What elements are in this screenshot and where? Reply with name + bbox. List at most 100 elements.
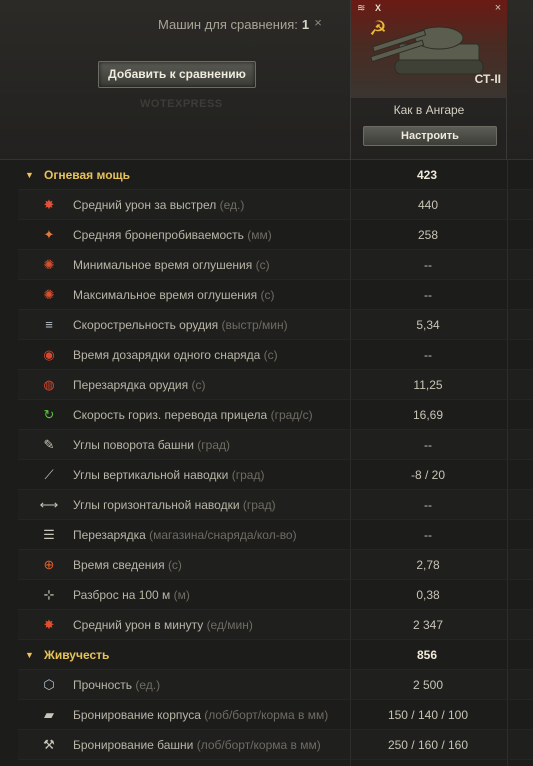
stat-value: 150 / 140 / 100 — [387, 707, 469, 722]
stat-label: Средняя бронепробиваемость (мм) — [73, 228, 272, 242]
stat-value: 2,78 — [416, 557, 440, 572]
stat-unit: (град) — [197, 437, 230, 452]
stat-value: 11,25 — [413, 377, 443, 392]
stats-table: ▼ Огневая мощь 423 ✸ Средний урон за выстрел… — [18, 160, 533, 760]
tank-tier-label: X — [375, 3, 382, 13]
tank-image: ≋ X ☭ × СТ-II — [351, 0, 507, 98]
stat-unit: (с) — [260, 287, 275, 302]
stat-label: Углы поворота башни (град) — [73, 438, 230, 452]
stat-row: ✦ Средняя бронепробиваемость (мм) 258 — [18, 220, 533, 250]
hitpoints-icon: ⬡ — [43, 676, 55, 692]
damage-icon: ✸ — [43, 196, 55, 212]
stat-value: -8 / 20 — [410, 467, 446, 482]
section-header[interactable]: ▼ Живучесть 856 — [18, 640, 533, 670]
tank-silhouette-icon — [370, 26, 484, 75]
stat-label: Разброс на 100 м (м) — [73, 588, 190, 602]
stat-label: Углы вертикальной наводки (град) — [73, 468, 264, 482]
tank-card: ≋ X ☭ × СТ-II Как в Ангаре Настроить — [350, 0, 507, 160]
stat-unit: (град) — [231, 467, 265, 482]
stat-label-text: Перезарядка орудия — [73, 377, 189, 392]
stat-row: ☰ Перезарядка (магазина/снаряда/кол-во) -- — [18, 520, 533, 550]
compare-count-value: 1 — [301, 17, 310, 32]
dpm-icon: ✸ — [43, 616, 55, 632]
stat-value: 2 500 — [412, 677, 444, 692]
stat-row: ≡ Скорострельность орудия (выстр/мин) 5,34 — [18, 310, 533, 340]
stat-row: ✸ Средний урон в минуту (ед/мин) 2 347 — [18, 610, 533, 640]
stat-label: Бронирование башни (лоб/борт/корма в мм) — [73, 738, 321, 752]
stat-label: Бронирование корпуса (лоб/борт/корма в м… — [73, 708, 328, 722]
elevation-icon: ⟋ — [44, 466, 54, 482]
stat-label: Время сведения (с) — [73, 558, 182, 572]
chevron-down-icon[interactable]: ▼ — [25, 650, 34, 660]
section-score: 856 — [417, 647, 438, 662]
rate-of-fire-icon: ≡ — [45, 316, 53, 332]
dispersion-icon: ⊹ — [43, 586, 55, 602]
section-title: Огневая мощь — [44, 167, 131, 182]
stat-unit: (ед/мин) — [206, 617, 253, 632]
stat-row: ✺ Максимальное время оглушения (с) -- — [18, 280, 533, 310]
chevron-down-icon[interactable]: ▼ — [25, 170, 34, 180]
stat-unit: (м) — [173, 587, 190, 602]
remove-tank-icon[interactable]: × — [492, 2, 504, 14]
hammer-sickle-icon: ☭ — [369, 18, 387, 40]
stat-label-text: Средний урон за выстрел — [73, 197, 217, 212]
stat-label: Перезарядка (магазина/снаряда/кол-во) — [73, 528, 297, 542]
tank-config-label: Как в Ангаре — [393, 103, 465, 117]
stat-row: ◉ Время дозарядки одного снаряда (с) -- — [18, 340, 533, 370]
stat-label-text: Время сведения — [73, 557, 165, 572]
stat-value: 258 — [417, 227, 439, 242]
stat-value: 250 / 160 / 160 — [387, 737, 469, 752]
stat-label: Средний урон за выстрел (ед.) — [73, 198, 244, 212]
stat-label: Минимальное время оглушения (с) — [73, 258, 270, 272]
stat-label-text: Максимальное время оглушения — [73, 287, 258, 302]
add-to-compare-button[interactable]: Добавить к сравнению — [98, 61, 256, 88]
stat-unit: (с) — [255, 257, 270, 272]
stat-label-text: Средняя бронепробиваемость — [73, 227, 244, 242]
stat-row: ⚒ Бронирование башни (лоб/борт/корма в мм… — [18, 730, 533, 760]
tank-name: СТ-II — [474, 72, 501, 86]
stat-label: Скорострельность орудия (выстр/мин) — [73, 318, 288, 332]
stat-label-text: Бронирование башни — [73, 737, 194, 752]
stat-unit: (с) — [167, 557, 182, 572]
clear-compare-icon[interactable]: × — [310, 15, 326, 31]
penetration-icon: ✦ — [43, 226, 55, 242]
stat-label-text: Прочность — [73, 677, 133, 692]
stat-unit: (град) — [242, 497, 276, 512]
stun-min-icon: ✺ — [43, 256, 55, 272]
setup-button[interactable]: Настроить — [363, 126, 497, 146]
magazine-icon: ☰ — [43, 526, 55, 542]
compare-header: Машин для сравнения: 1 × Добавить к сравн… — [0, 0, 533, 160]
stat-row: ✸ Средний урон за выстрел (ед.) 440 — [18, 190, 533, 220]
stat-label-text: Разброс на 100 м — [73, 587, 171, 602]
stat-label-text: Углы вертикальной наводки — [73, 467, 229, 482]
compare-count-text: Машин для сравнения: — [158, 17, 298, 32]
stat-label-text: Бронирование корпуса — [73, 707, 201, 722]
stat-unit: (ед.) — [135, 677, 161, 692]
tier-icon: ≋ — [357, 3, 366, 14]
reload-icon: ◍ — [43, 376, 55, 392]
stat-label-text: Средний урон в минуту — [73, 617, 204, 632]
stat-value: 0,38 — [416, 587, 440, 602]
turret-armor-icon: ⚒ — [43, 736, 55, 752]
stat-label-text: Углы поворота башни — [73, 437, 194, 452]
stat-label-text: Скорость гориз. перевода прицела — [73, 407, 268, 422]
stat-row: ◍ Перезарядка орудия (с) 11,25 — [18, 370, 533, 400]
stat-label-text: Время дозарядки одного снаряда — [73, 347, 261, 362]
watermark: WOTEXPRESS — [140, 98, 223, 110]
stat-unit: (магазина/снаряда/кол-во) — [149, 527, 297, 542]
stat-unit: (выстр/мин) — [221, 317, 288, 332]
stat-label: Углы горизонтальной наводки (град) — [73, 498, 276, 512]
stat-label-text: Перезарядка — [73, 527, 146, 542]
gun-traverse-icon: ↻ — [43, 406, 55, 422]
stat-value: -- — [424, 527, 432, 542]
stat-unit: (мм) — [247, 227, 272, 242]
stat-value: 440 — [417, 197, 439, 212]
stat-value: -- — [424, 437, 432, 452]
section-header[interactable]: ▼ Огневая мощь 423 — [18, 160, 533, 190]
stat-label: Время дозарядки одного снаряда (с) — [73, 348, 278, 362]
stun-max-icon: ✺ — [43, 286, 55, 302]
stat-row: ⬡ Прочность (ед.) 2 500 — [18, 670, 533, 700]
hull-armor-icon: ▰ — [44, 706, 54, 722]
compare-count-label: Машин для сравнения: 1 — [158, 17, 309, 32]
stat-row: ↻ Скорость гориз. перевода прицела (град/… — [18, 400, 533, 430]
